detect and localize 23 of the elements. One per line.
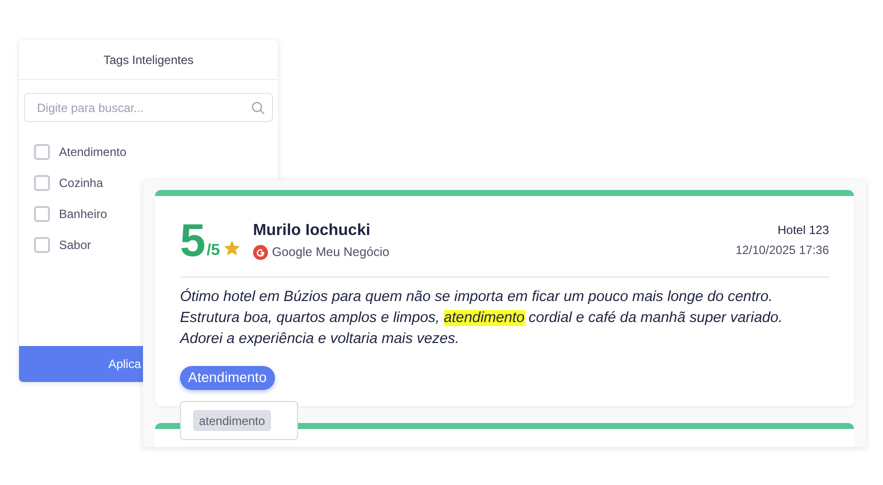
keyword-chip: atendimento [193, 410, 272, 431]
review-source: Google Meu Negócio [272, 244, 390, 261]
rating-max: /5 [206, 242, 220, 260]
hotel-name: Hotel 123 [778, 222, 829, 239]
tag-chip[interactable]: Atendimento [180, 366, 275, 390]
checkbox[interactable] [34, 237, 50, 253]
tag-label: Cozinha [59, 175, 104, 192]
checkbox[interactable] [34, 144, 50, 160]
tag-label: Atendimento [59, 144, 126, 161]
checkbox[interactable] [34, 206, 50, 222]
apply-button[interactable]: Aplica [19, 346, 143, 382]
search-field[interactable]: Digite para buscar... [24, 93, 273, 122]
tag-label: Sabor [59, 237, 92, 254]
star-icon [222, 239, 241, 257]
rating-score: 5 [180, 220, 206, 260]
google-icon [252, 244, 268, 260]
search-icon [251, 101, 265, 115]
review-date: 12/10/2025 17:36 [736, 242, 829, 259]
author-name: Murilo Iochucki [252, 221, 372, 241]
checkbox[interactable] [34, 175, 50, 191]
review-text: Ótimo hotel em Búzios para quem não se importa em ficar um pouco mais longe do centro. Estrutura boa, quartos amplos e limpos, atendimento cordial e café da manhã super variado. Adorei a experiência e voltaria mais vezes. [180, 287, 784, 349]
panel-title: Tags Inteligentes [103, 52, 194, 68]
tag-label: Banheiro [59, 206, 108, 223]
